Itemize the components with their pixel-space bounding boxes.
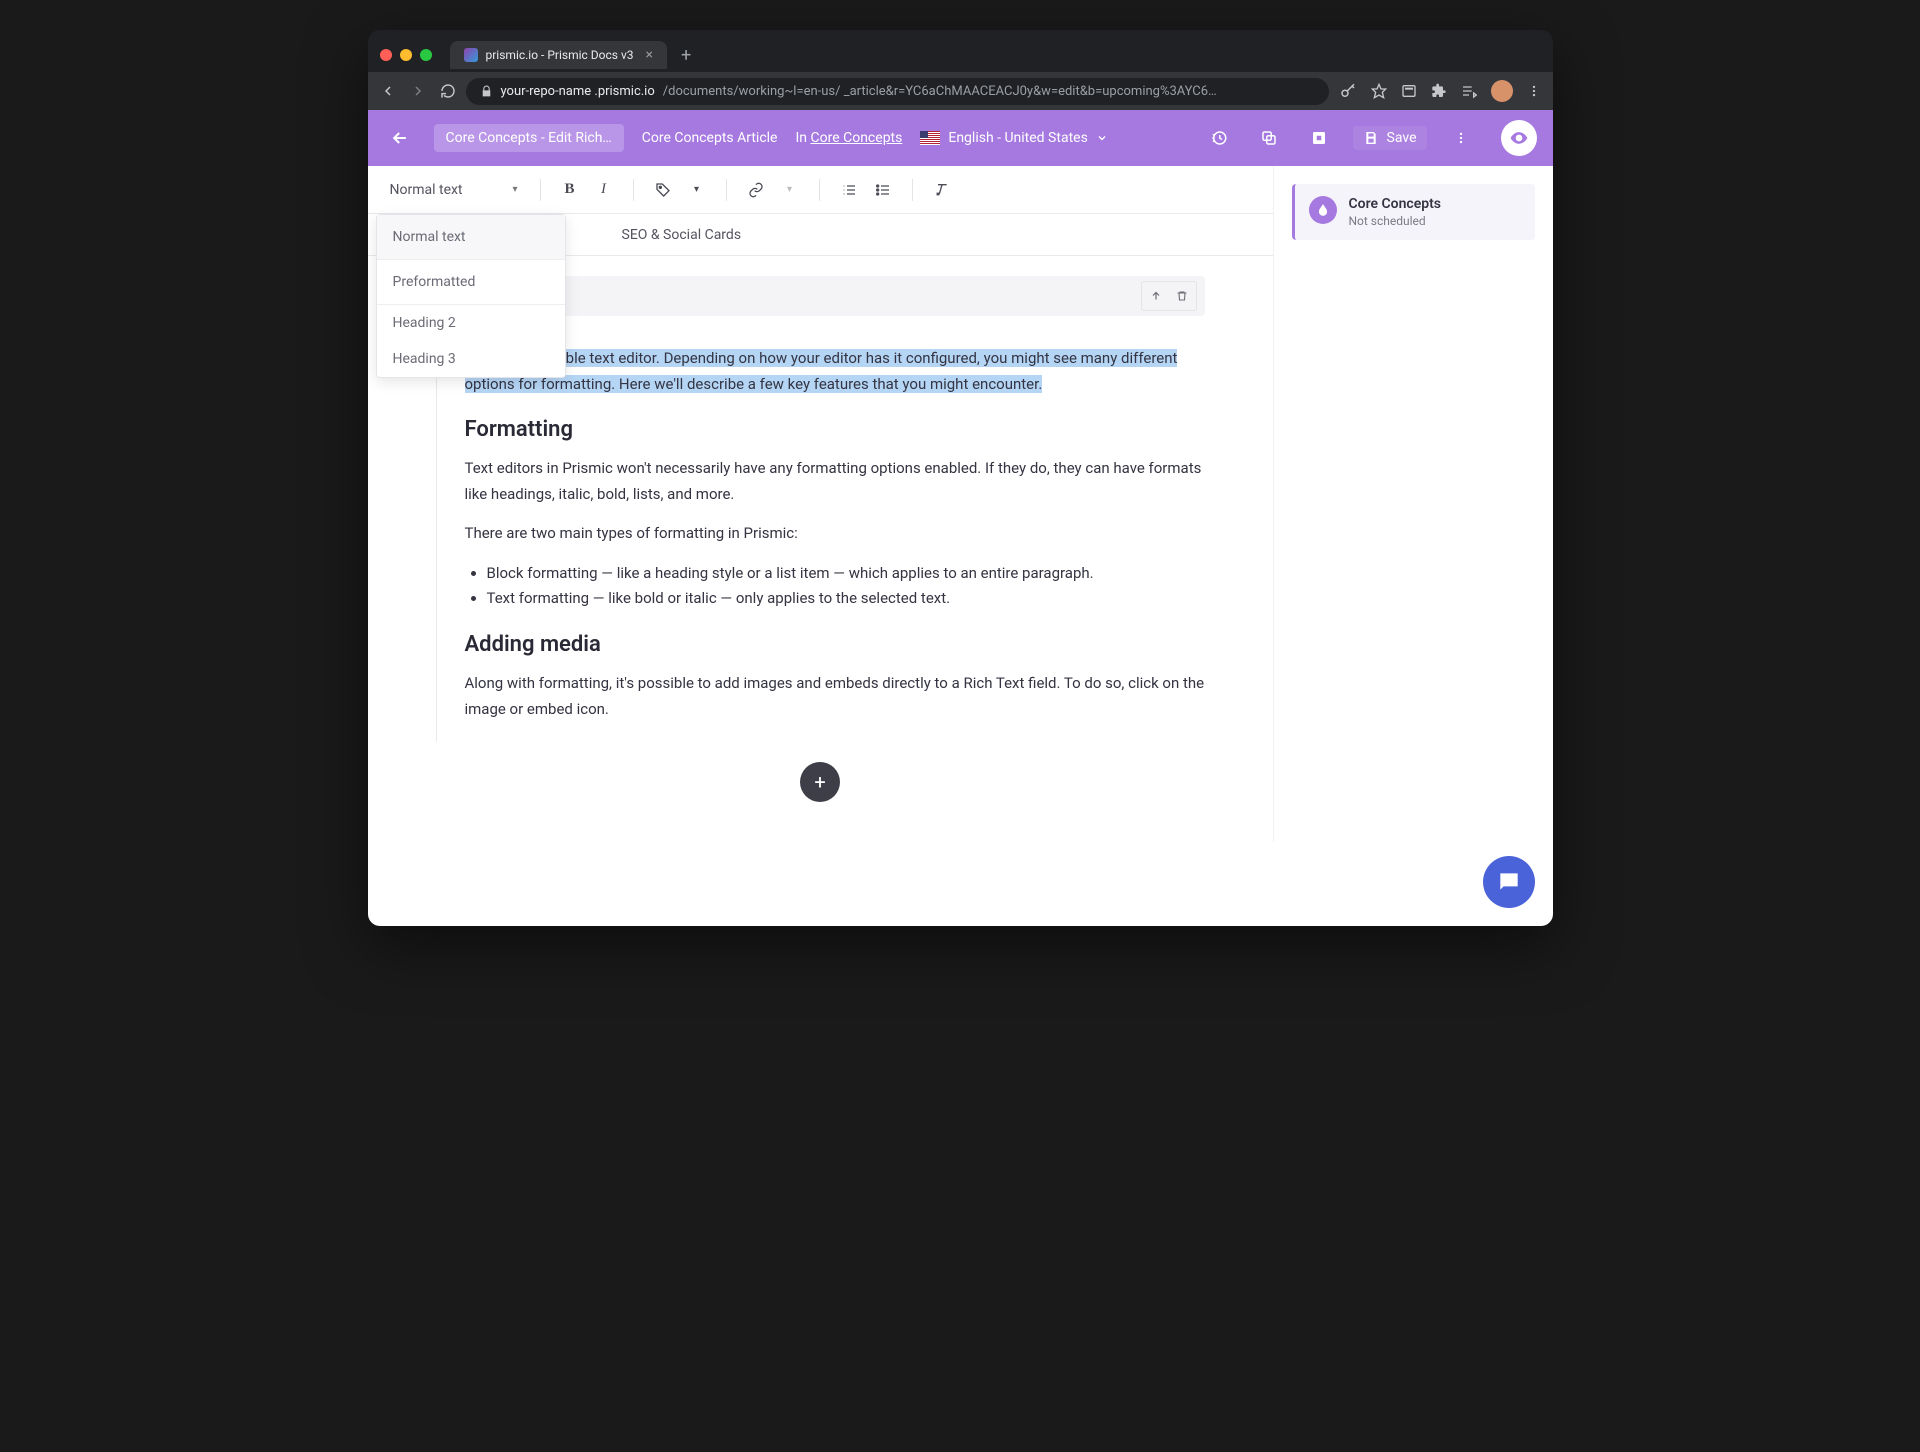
heading-adding-media: Adding media	[465, 626, 1205, 663]
format-dropdown: Normal text Preformatted Heading 2 Headi…	[376, 214, 566, 378]
collection-link[interactable]: Core Concepts	[811, 130, 903, 146]
delete-icon[interactable]	[1171, 285, 1193, 307]
dropdown-item-heading-3[interactable]: Heading 3	[377, 341, 565, 377]
archive-icon[interactable]	[1303, 122, 1335, 154]
prismic-favicon	[464, 48, 478, 62]
minimize-window-button[interactable]	[400, 49, 412, 61]
window-controls	[380, 49, 432, 61]
add-slice-button[interactable]: +	[800, 762, 840, 802]
ordered-list-button[interactable]	[834, 175, 864, 205]
reload-icon[interactable]	[440, 83, 456, 99]
close-window-button[interactable]	[380, 49, 392, 61]
translate-icon[interactable]	[1401, 83, 1417, 99]
star-icon[interactable]	[1371, 83, 1387, 99]
playlist-icon[interactable]	[1461, 83, 1477, 99]
url-host: your-repo-name .prismic.io	[501, 84, 655, 99]
close-tab-icon[interactable]: ×	[646, 47, 653, 63]
clear-format-button[interactable]	[927, 175, 957, 205]
key-icon[interactable]	[1339, 82, 1357, 100]
heading-formatting: Formatting	[465, 411, 1205, 448]
publish-status-card[interactable]: Core Concepts Not scheduled	[1292, 184, 1535, 240]
right-sidebar: Core Concepts Not scheduled	[1273, 166, 1553, 842]
url-input[interactable]: your-repo-name .prismic.io/documents/wor…	[466, 78, 1329, 105]
address-bar: your-repo-name .prismic.io/documents/wor…	[368, 72, 1553, 110]
preview-button[interactable]	[1501, 120, 1537, 156]
nav-back-icon[interactable]	[380, 83, 396, 99]
list-item: Text formatting — like bold or italic — …	[487, 586, 1205, 612]
more-options-icon[interactable]	[1445, 122, 1477, 154]
extensions-icon[interactable]	[1431, 83, 1447, 99]
dropdown-item-heading-2[interactable]: Heading 2	[377, 305, 565, 341]
editor-toolbar: Normal text ▾ B I ▾ ▾	[368, 166, 1273, 214]
move-up-icon[interactable]	[1145, 285, 1167, 307]
back-button[interactable]	[384, 128, 416, 148]
format-select[interactable]: Normal text ▾	[382, 178, 526, 202]
app-body: Normal text ▾ B I ▾ ▾	[368, 166, 1553, 926]
rich-text-content[interactable]: ghly-customizable text editor. Depending…	[436, 340, 1205, 742]
italic-button[interactable]: I	[589, 175, 619, 205]
copy-icon[interactable]	[1253, 122, 1285, 154]
url-path: /documents/working~l=en-us/ _article&r=Y…	[663, 84, 1217, 99]
main-column: Normal text ▾ B I ▾ ▾	[368, 166, 1273, 842]
maximize-window-button[interactable]	[420, 49, 432, 61]
new-tab-button[interactable]: +	[681, 45, 691, 66]
list-item: Block formatting — like a heading style …	[487, 561, 1205, 587]
bold-button[interactable]: B	[555, 175, 585, 205]
highlighted-text: ghly-customizable text editor. Depending…	[465, 349, 1178, 393]
paragraph: There are two main types of formatting i…	[465, 521, 1205, 547]
language-switcher[interactable]: English - United States	[920, 130, 1107, 146]
slice-actions	[1141, 281, 1197, 311]
nav-forward-icon[interactable]	[410, 83, 426, 99]
browser-window: prismic.io - Prismic Docs v3 × + your-re…	[368, 30, 1553, 926]
dropdown-item-preformatted[interactable]: Preformatted	[377, 260, 565, 305]
history-icon[interactable]	[1203, 122, 1235, 154]
tab-seo-social[interactable]: SEO & Social Cards	[620, 217, 744, 253]
article-title-label: Core Concepts Article	[642, 130, 778, 146]
link-button[interactable]	[741, 175, 771, 205]
label-button[interactable]	[648, 175, 678, 205]
sidebar-status: Not scheduled	[1349, 214, 1442, 228]
caret-down-icon: ▾	[513, 184, 518, 195]
in-collection: In Core Concepts	[795, 130, 902, 146]
lock-icon	[480, 85, 493, 98]
us-flag-icon	[920, 131, 940, 145]
label-dropdown-icon[interactable]: ▾	[682, 175, 712, 205]
save-button[interactable]: Save	[1353, 126, 1427, 150]
editor-header: Core Concepts - Edit Rich… Core Concepts…	[368, 110, 1553, 166]
paragraph: Text editors in Prismic won't necessaril…	[465, 456, 1205, 507]
profile-avatar[interactable]	[1491, 80, 1513, 102]
overflow-icon[interactable]	[1527, 84, 1541, 98]
browser-tab[interactable]: prismic.io - Prismic Docs v3 ×	[450, 41, 668, 69]
unordered-list-button[interactable]	[868, 175, 898, 205]
link-dropdown-icon[interactable]: ▾	[775, 175, 805, 205]
tab-title: prismic.io - Prismic Docs v3	[486, 48, 634, 62]
sidebar-title: Core Concepts	[1349, 196, 1442, 212]
breadcrumb-chip[interactable]: Core Concepts - Edit Rich…	[434, 124, 624, 152]
dropdown-item-normal-text[interactable]: Normal text	[377, 215, 565, 260]
browser-tabbar: prismic.io - Prismic Docs v3 × +	[368, 30, 1553, 72]
paragraph: Along with formatting, it's possible to …	[465, 671, 1205, 722]
intercom-chat-button[interactable]	[1483, 856, 1535, 908]
drop-icon	[1309, 196, 1337, 224]
